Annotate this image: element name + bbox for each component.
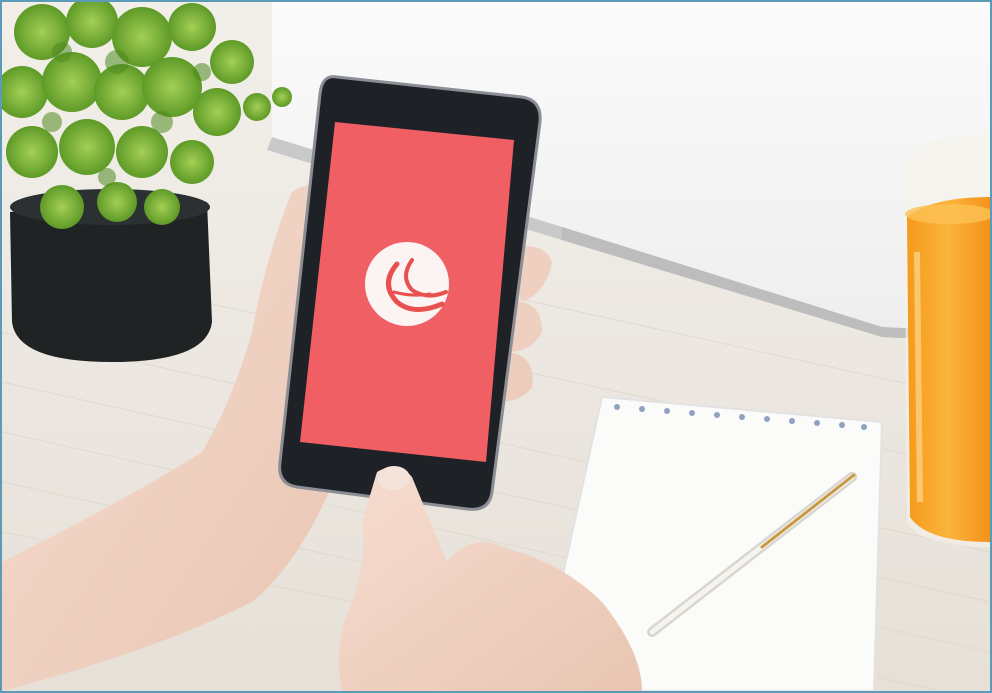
scene-illustration — [2, 2, 990, 691]
photo-frame — [0, 0, 992, 693]
app-logo-icon[interactable] — [365, 242, 449, 326]
orange-juice-glass — [904, 134, 990, 547]
